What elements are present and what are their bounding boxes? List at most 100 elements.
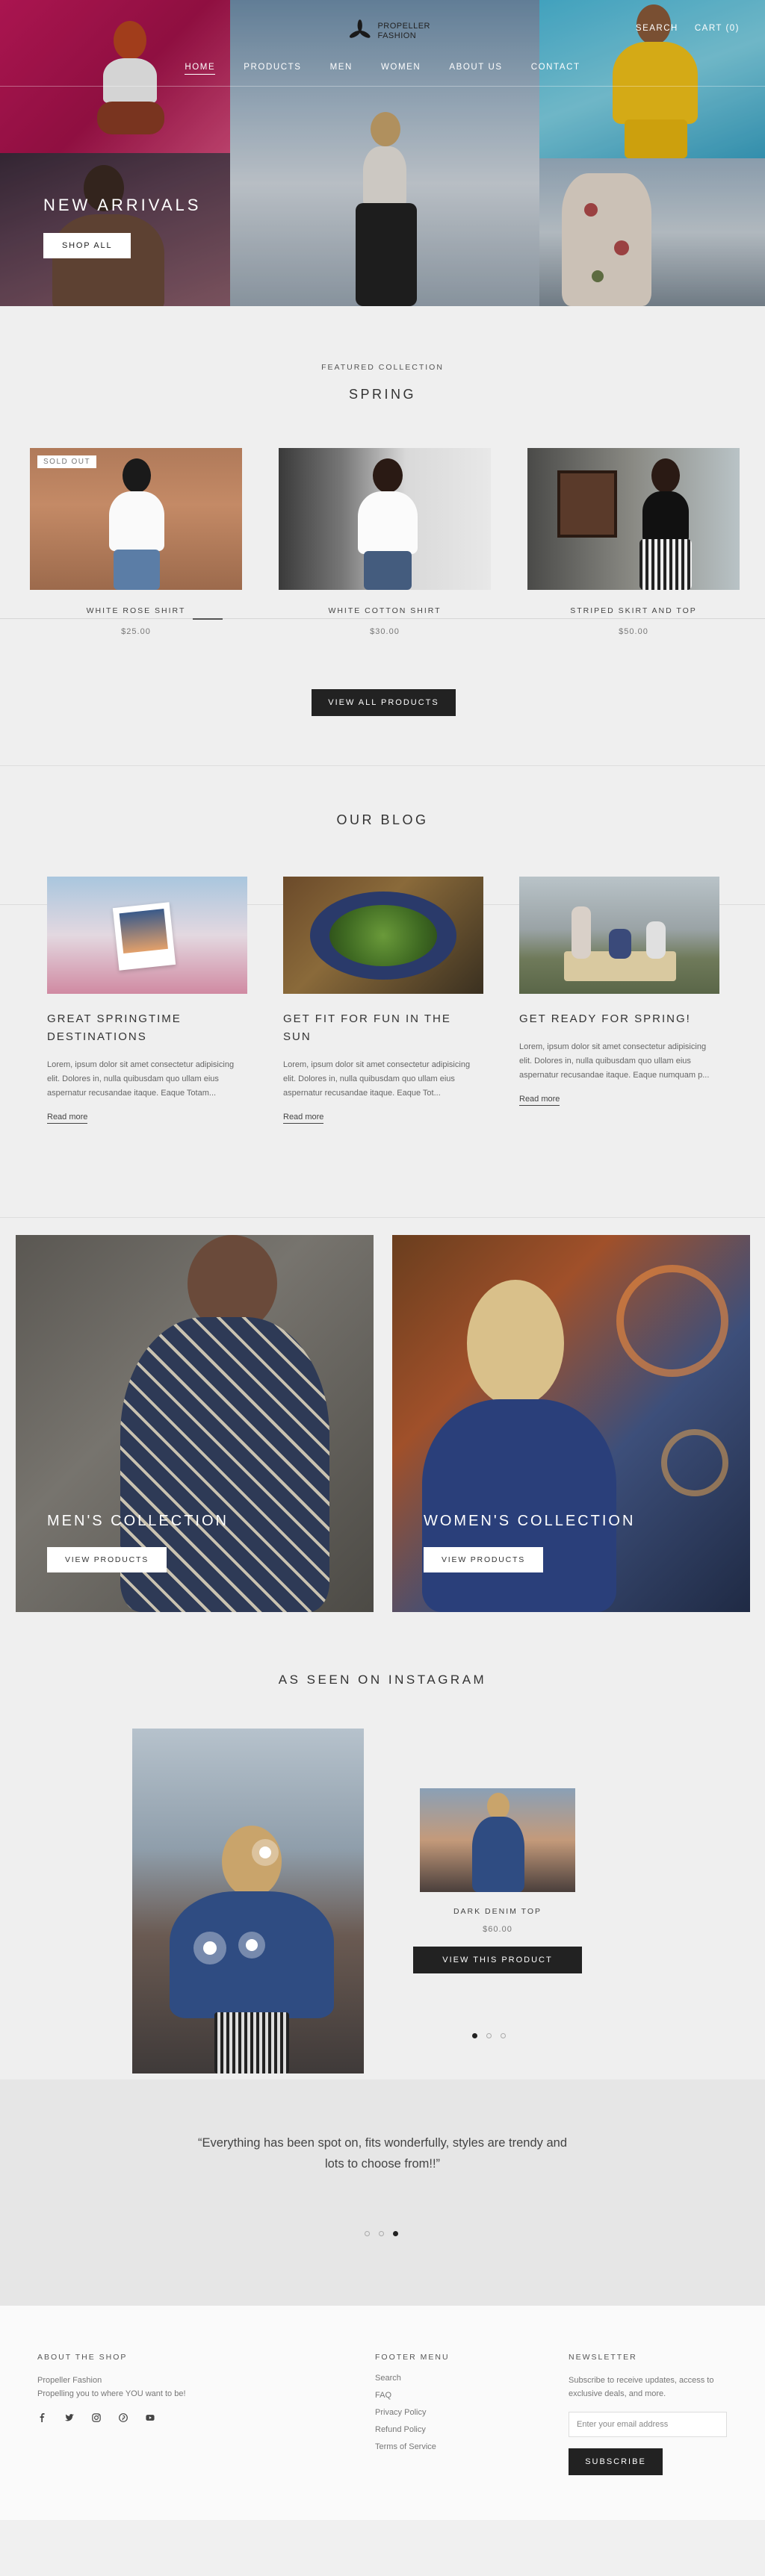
newsletter-text: Subscribe to receive updates, access to …	[569, 2376, 714, 2398]
subscribe-button[interactable]: SUBSCRIBE	[569, 2448, 663, 2475]
blog-post-title[interactable]: GREAT SPRINGTIME DESTINATIONS	[47, 1010, 247, 1046]
carousel-dot[interactable]	[393, 2231, 398, 2236]
featured-subtitle: FEATURED COLLECTION	[321, 363, 444, 372]
read-more-link[interactable]: Read more	[283, 1113, 324, 1124]
youtube-icon[interactable]	[145, 2412, 155, 2423]
footer-menu: FOOTER MENU Search FAQ Privacy Policy Re…	[375, 2353, 510, 2460]
propeller-logo-icon	[349, 19, 371, 38]
blog-post-grid: GREAT SPRINGTIME DESTINATIONS Lorem, ips…	[47, 877, 719, 1124]
carousel-dot[interactable]	[379, 2231, 384, 2236]
blog-post-title[interactable]: GET READY FOR SPRING!	[519, 1010, 719, 1028]
carousel-dot[interactable]	[472, 2033, 477, 2038]
newsletter-heading: NEWSLETTER	[569, 2353, 637, 2362]
nav-men[interactable]: MEN	[330, 63, 353, 75]
nav-products[interactable]: PRODUCTS	[244, 63, 301, 75]
blog-post-card: GREAT SPRINGTIME DESTINATIONS Lorem, ips…	[47, 877, 247, 1124]
product-name[interactable]: WHITE COTTON SHIRT	[279, 606, 491, 615]
brand-name-line1: PROPELLER	[377, 22, 430, 31]
view-this-product-button[interactable]: VIEW THIS PRODUCT	[413, 1947, 582, 1973]
instagram-image[interactable]	[132, 1729, 364, 2073]
blog-section: OUR BLOG GREAT SPRINGTIME DESTINATIONS L…	[0, 765, 765, 1217]
womens-view-products-button[interactable]: VIEW PRODUCTS	[424, 1547, 544, 1572]
shop-all-button[interactable]: SHOP ALL	[43, 233, 131, 258]
nav-women[interactable]: WOMEN	[381, 63, 421, 75]
social-links	[37, 2412, 261, 2423]
header-divider	[0, 86, 765, 87]
mens-collection-caption: MEN'S COLLECTION VIEW PRODUCTS	[47, 1513, 229, 1572]
hero-caption: NEW ARRIVALS SHOP ALL	[43, 196, 201, 258]
header-links: SEARCH CART (0)	[636, 24, 740, 33]
instagram-icon[interactable]	[91, 2412, 102, 2423]
carousel-dot[interactable]	[501, 2033, 506, 2038]
footer-link-terms-of-service[interactable]: Terms of Service	[375, 2442, 510, 2451]
instagram-product-name: DARK DENIM TOP	[453, 1907, 542, 1916]
womens-collection-caption: WOMEN'S COLLECTION VIEW PRODUCTS	[424, 1513, 635, 1572]
instagram-hotspot[interactable]	[238, 1932, 265, 1959]
read-more-link[interactable]: Read more	[519, 1095, 560, 1106]
footer-link-refund-policy[interactable]: Refund Policy	[375, 2425, 510, 2434]
product-grid: SOLD OUT WHITE ROSE SHIRT $25.00 WHITE C…	[30, 448, 740, 636]
footer-about-line2: Propelling you to where YOU want to be!	[37, 2389, 186, 2398]
product-name[interactable]: WHITE ROSE SHIRT	[30, 606, 242, 615]
view-all-products-button[interactable]: VIEW ALL PRODUCTS	[312, 689, 456, 716]
instagram-section: AS SEEN ON INSTAGRAM DARK DENIM TOP $60.…	[0, 1652, 765, 2079]
instagram-product-card: DARK DENIM TOP $60.00 VIEW THIS PRODUCT	[413, 1788, 582, 1973]
footer-link-search[interactable]: Search	[375, 2374, 510, 2383]
carousel-dot[interactable]	[365, 2231, 370, 2236]
nav-home[interactable]: HOME	[185, 63, 216, 75]
carousel-dot[interactable]	[486, 2033, 492, 2038]
footer-about-line1: Propeller Fashion	[37, 2376, 102, 2385]
brand-name-line2: FASHION	[377, 31, 417, 40]
twitter-icon[interactable]	[64, 2412, 75, 2423]
blog-title: OUR BLOG	[336, 812, 429, 827]
product-price: $50.00	[619, 627, 648, 636]
product-card: WHITE COTTON SHIRT $30.00	[279, 448, 491, 636]
footer-link-faq[interactable]: FAQ	[375, 2391, 510, 2400]
instagram-hotspot[interactable]	[252, 1839, 279, 1866]
cart-link[interactable]: CART (0)	[695, 24, 740, 33]
footer-link-privacy-policy[interactable]: Privacy Policy	[375, 2408, 510, 2417]
nav-contact[interactable]: CONTACT	[531, 63, 580, 75]
newsletter-email-input[interactable]	[569, 2412, 727, 2437]
blog-post-title[interactable]: GET FIT FOR FUN IN THE SUN	[283, 1010, 483, 1046]
product-image[interactable]	[527, 448, 740, 590]
blog-post-excerpt: Lorem, ipsum dolor sit amet consectetur …	[283, 1060, 471, 1098]
search-link[interactable]: SEARCH	[636, 24, 678, 33]
blog-post-image[interactable]	[519, 877, 719, 994]
blog-post-card: GET FIT FOR FUN IN THE SUN Lorem, ipsum …	[283, 877, 483, 1124]
mens-collection-banner[interactable]: MEN'S COLLECTION VIEW PRODUCTS	[16, 1235, 374, 1612]
blog-post-image[interactable]	[47, 877, 247, 994]
mens-view-products-button[interactable]: VIEW PRODUCTS	[47, 1547, 167, 1572]
site-header: PROPELLER FASHION SEARCH CART (0) HOME P…	[0, 0, 765, 87]
featured-collection-section: FEATURED COLLECTION SPRING SOLD OUT WHIT…	[0, 306, 765, 765]
product-price: $30.00	[370, 627, 400, 636]
brand-logo[interactable]: PROPELLER FASHION	[348, 13, 430, 49]
footer-menu-links: Search FAQ Privacy Policy Refund Policy …	[375, 2374, 510, 2451]
main-nav: HOME PRODUCTS MEN WOMEN ABOUT US CONTACT	[0, 63, 765, 75]
pinterest-icon[interactable]	[118, 2412, 128, 2423]
product-name[interactable]: STRIPED SKIRT AND TOP	[527, 606, 740, 615]
instagram-hotspot[interactable]	[193, 1932, 226, 1964]
footer-about-text: Propeller Fashion Propelling you to wher…	[37, 2374, 261, 2401]
footer-about-heading: ABOUT THE SHOP	[37, 2353, 128, 2362]
product-image[interactable]	[279, 448, 491, 590]
blog-post-excerpt: Lorem, ipsum dolor sit amet consectetur …	[47, 1060, 235, 1098]
featured-title: SPRING	[348, 387, 416, 402]
footer-menu-heading: FOOTER MENU	[375, 2353, 450, 2362]
product-price: $25.00	[121, 627, 151, 636]
blog-post-image[interactable]	[283, 877, 483, 994]
blog-post-excerpt: Lorem, ipsum dolor sit amet consectetur …	[519, 1042, 710, 1080]
brand-name: PROPELLER FASHION	[377, 22, 430, 41]
nav-about-us[interactable]: ABOUT US	[449, 63, 502, 75]
hero-section: PROPELLER FASHION SEARCH CART (0) HOME P…	[0, 0, 765, 306]
womens-collection-banner[interactable]: WOMEN'S COLLECTION VIEW PRODUCTS	[392, 1235, 750, 1612]
product-image[interactable]: SOLD OUT	[30, 448, 242, 590]
read-more-link[interactable]: Read more	[47, 1113, 88, 1124]
footer-about: ABOUT THE SHOP Propeller Fashion Propell…	[37, 2353, 261, 2423]
testimonial-quote: “Everything has been spot on, fits wonde…	[197, 2136, 568, 2171]
instagram-product-price: $60.00	[483, 1925, 512, 1934]
hero-title: NEW ARRIVALS	[43, 196, 202, 214]
facebook-icon[interactable]	[37, 2412, 48, 2423]
instagram-product-image[interactable]	[420, 1788, 575, 1892]
product-card: SOLD OUT WHITE ROSE SHIRT $25.00	[30, 448, 242, 636]
